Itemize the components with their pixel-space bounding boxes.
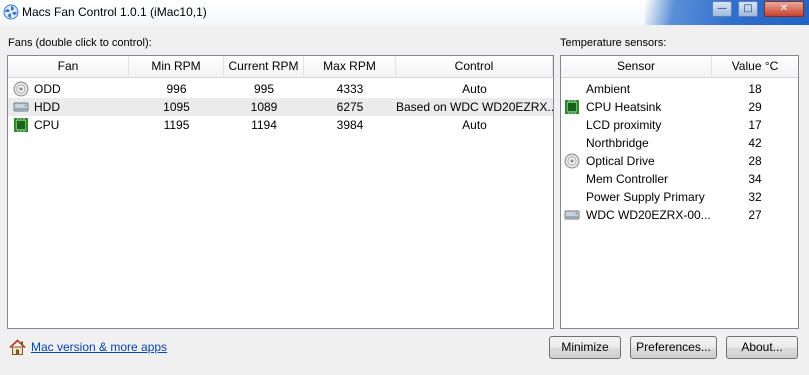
sensors-table-header: Sensor Value °C: [561, 56, 798, 78]
sensor-value: 42: [748, 136, 762, 150]
preferences-button[interactable]: Preferences...: [630, 336, 717, 359]
optical-drive-icon: [13, 81, 29, 97]
fan-max-rpm: 3984: [336, 118, 364, 132]
sensor-name: Power Supply Primary: [586, 190, 705, 204]
column-header-current-rpm[interactable]: Current RPM: [224, 56, 304, 78]
sensor-name: Northbridge: [586, 136, 649, 150]
sensor-name: LCD proximity: [586, 118, 662, 132]
sensor-row-northbridge[interactable]: Northbridge 42: [561, 134, 798, 152]
fan-current-rpm: 995: [253, 82, 275, 96]
column-header-sensor[interactable]: Sensor: [561, 56, 712, 78]
mac-version-link[interactable]: Mac version & more apps: [31, 340, 167, 354]
optical-drive-icon: [564, 153, 580, 169]
sensor-value: 34: [748, 172, 762, 186]
sensor-row-cpu-heatsink[interactable]: CPU Heatsink 29: [561, 98, 798, 116]
sensor-row-optical-drive[interactable]: Optical Drive 28: [561, 152, 798, 170]
sensor-name: Mem Controller: [586, 172, 669, 186]
fan-max-rpm: 6275: [336, 100, 364, 114]
fan-max-rpm: 4333: [336, 82, 364, 96]
sensor-row-mem-controller[interactable]: Mem Controller 34: [561, 170, 798, 188]
sensor-row-lcd-proximity[interactable]: LCD proximity 17: [561, 116, 798, 134]
fan-name: ODD: [34, 82, 61, 96]
sensor-row-power-supply-primary[interactable]: Power Supply Primary 32: [561, 188, 798, 206]
column-header-control[interactable]: Control: [396, 56, 553, 78]
window-title: Macs Fan Control 1.0.1 (iMac10,1): [22, 5, 207, 19]
column-header-min-rpm[interactable]: Min RPM: [129, 56, 224, 78]
hard-drive-icon: [13, 102, 29, 112]
sensor-name: Ambient: [586, 82, 631, 96]
fan-icon: [3, 4, 19, 20]
minimize-button[interactable]: Minimize: [549, 336, 621, 359]
window-close-button[interactable]: ✕: [764, 1, 804, 17]
window-minimize-button[interactable]: —: [712, 1, 732, 17]
sensors-section-label: Temperature sensors:: [560, 37, 667, 49]
fan-control: Auto: [462, 82, 487, 96]
fan-min-rpm: 1095: [163, 100, 190, 114]
title-bar: Macs Fan Control 1.0.1 (iMac10,1) — □ ✕: [0, 0, 809, 25]
fan-control: Auto: [462, 118, 487, 132]
fans-section-label: Fans (double click to control):: [8, 37, 152, 49]
fans-table[interactable]: Fan Min RPM Current RPM Max RPM Control …: [7, 55, 554, 329]
sensor-row-hdd[interactable]: WDC WD20EZRX-00... 27: [561, 206, 798, 224]
sensor-value: 29: [748, 100, 762, 114]
sensors-table[interactable]: Sensor Value °C Ambient 18 CPU Heatsink …: [560, 55, 799, 329]
fan-name: CPU: [34, 118, 60, 132]
sensor-name: CPU Heatsink: [586, 100, 662, 114]
sensor-value: 32: [748, 190, 762, 204]
window-maximize-button[interactable]: □: [738, 1, 758, 17]
cpu-chip-icon: [14, 118, 28, 132]
cpu-chip-icon: [565, 100, 579, 114]
sensor-row-ambient[interactable]: Ambient 18: [561, 80, 798, 98]
fan-name: HDD: [34, 100, 60, 114]
fan-row-hdd[interactable]: HDD 1095 1089 6275 Based on WDC WD20EZRX…: [8, 98, 553, 116]
sensor-name: WDC WD20EZRX-00...: [586, 208, 711, 222]
fan-current-rpm: 1089: [250, 100, 278, 114]
fan-row-cpu[interactable]: CPU 1195 1194 3984 Auto: [8, 116, 553, 134]
sensor-value: 28: [748, 154, 762, 168]
fan-row-odd[interactable]: ODD 996 995 4333 Auto: [8, 80, 553, 98]
sensor-value: 17: [748, 118, 762, 132]
fan-current-rpm: 1194: [251, 118, 277, 132]
fans-table-header: Fan Min RPM Current RPM Max RPM Control: [8, 56, 553, 78]
column-header-max-rpm[interactable]: Max RPM: [304, 56, 396, 78]
column-header-fan[interactable]: Fan: [8, 56, 129, 78]
about-button[interactable]: About...: [726, 336, 798, 359]
hard-drive-icon: [564, 210, 580, 220]
column-header-value[interactable]: Value °C: [712, 56, 798, 78]
fan-min-rpm: 1195: [163, 118, 190, 132]
fan-min-rpm: 996: [166, 82, 187, 96]
sensor-value: 27: [748, 208, 762, 222]
home-icon[interactable]: [9, 339, 26, 356]
sensor-name: Optical Drive: [586, 154, 655, 168]
sensor-value: 18: [748, 82, 762, 96]
fan-control: Based on WDC WD20EZRX...: [396, 100, 553, 114]
